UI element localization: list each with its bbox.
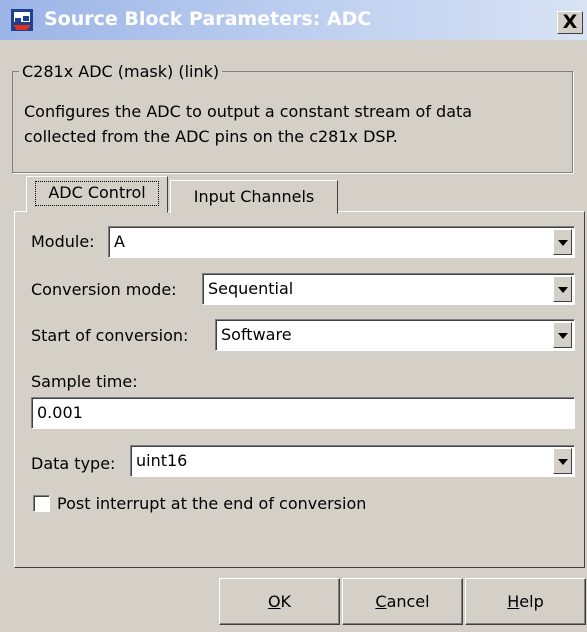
- conversion-mode-value: Sequential: [208, 279, 294, 298]
- ok-mnemonic: O: [267, 592, 281, 611]
- tab-input-channels[interactable]: Input Channels: [170, 180, 338, 214]
- cancel-label-rest: ancel: [386, 592, 430, 611]
- data-type-value: uint16: [136, 451, 188, 470]
- description-line-1: Configures the ADC to output a constant …: [24, 102, 473, 121]
- help-button[interactable]: Help: [465, 578, 586, 625]
- data-type-label: Data type:: [31, 454, 116, 473]
- start-of-conversion-select[interactable]: Software: [215, 319, 575, 351]
- ok-button[interactable]: OK: [219, 578, 340, 625]
- post-interrupt-checkbox[interactable]: [33, 495, 50, 512]
- module-select[interactable]: A: [108, 226, 575, 258]
- data-type-select[interactable]: uint16: [130, 445, 575, 477]
- tab-adc-control-label: ADC Control: [35, 181, 159, 206]
- close-button[interactable]: X: [557, 11, 583, 34]
- conversion-mode-select[interactable]: Sequential: [202, 273, 575, 305]
- data-type-dropdown-button[interactable]: [553, 448, 572, 474]
- chevron-down-icon: [558, 287, 568, 293]
- tab-input-channels-label: Input Channels: [193, 187, 315, 206]
- post-interrupt-label[interactable]: Post interrupt at the end of conversion: [57, 494, 366, 513]
- title-bar[interactable]: Source Block Parameters: ADC X: [0, 0, 587, 40]
- sample-time-label: Sample time:: [31, 372, 138, 391]
- chevron-down-icon: [558, 333, 568, 339]
- module-label: Module:: [31, 232, 95, 251]
- start-of-conversion-dropdown-button[interactable]: [553, 322, 572, 348]
- sample-time-input[interactable]: 0.001: [31, 397, 575, 429]
- module-dropdown-button[interactable]: [553, 229, 572, 255]
- description-line-2: collected from the ADC pins on the c281x…: [24, 127, 398, 146]
- cancel-mnemonic: C: [375, 592, 387, 611]
- conversion-mode-dropdown-button[interactable]: [553, 276, 572, 302]
- help-label-rest: elp: [519, 592, 544, 611]
- module-value: A: [114, 232, 125, 251]
- chevron-down-icon: [558, 459, 568, 465]
- conversion-mode-label: Conversion mode:: [31, 280, 177, 299]
- sample-time-value: 0.001: [37, 403, 83, 422]
- simulink-block-icon: [11, 9, 33, 31]
- description-legend: C281x ADC (mask) (link): [22, 62, 220, 81]
- start-of-conversion-value: Software: [221, 325, 292, 344]
- chevron-down-icon: [558, 240, 568, 246]
- help-mnemonic: H: [507, 592, 520, 611]
- description-text: Configures the ADC to output a constant …: [24, 99, 564, 149]
- tab-adc-control[interactable]: ADC Control: [26, 176, 168, 213]
- cancel-button[interactable]: Cancel: [342, 578, 463, 625]
- window-title: Source Block Parameters: ADC: [44, 8, 372, 30]
- ok-label-rest: K: [280, 592, 292, 611]
- start-of-conversion-label: Start of conversion:: [31, 326, 189, 345]
